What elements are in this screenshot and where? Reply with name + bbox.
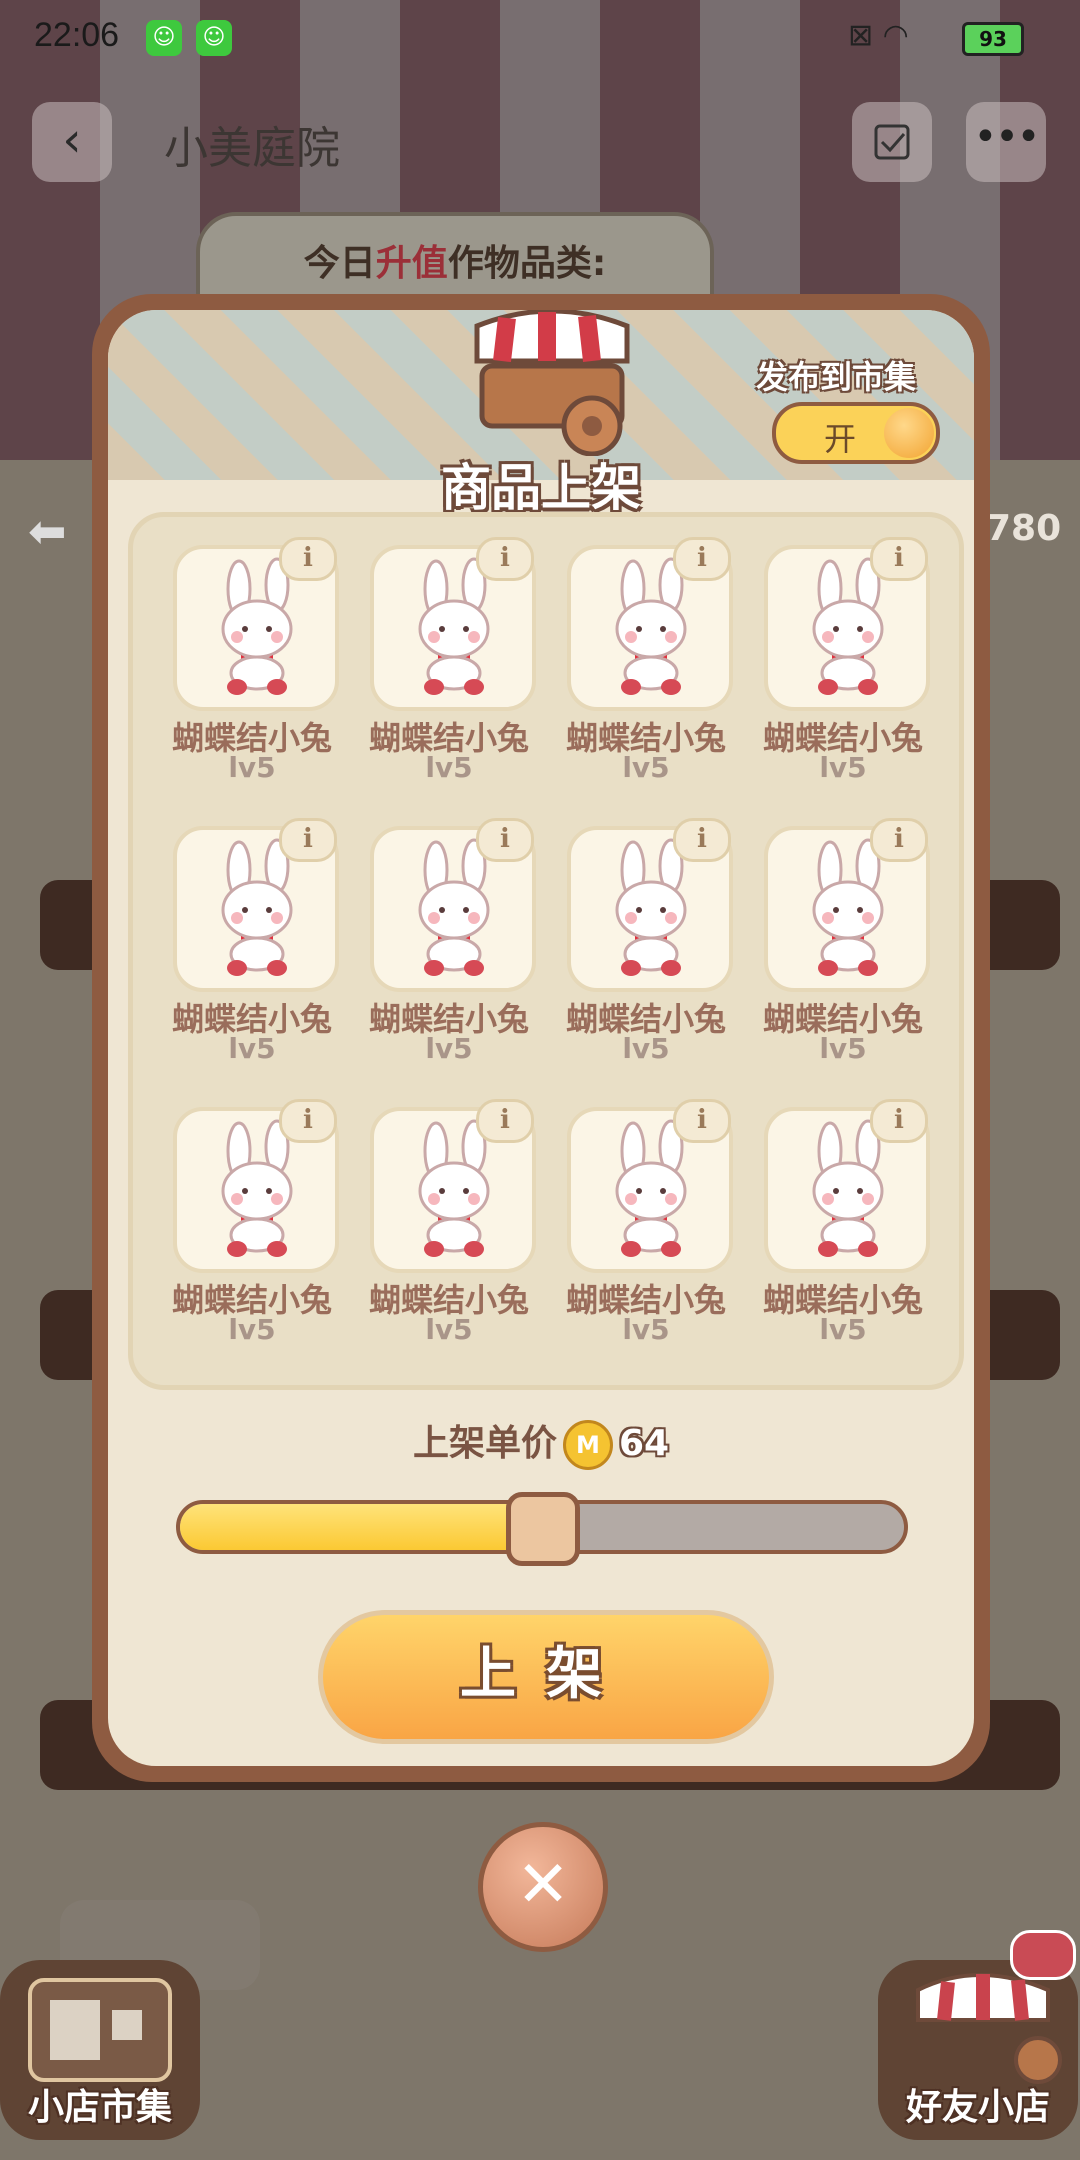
info-icon: i — [303, 1105, 313, 1135]
info-button[interactable]: i — [279, 537, 337, 581]
price-label: 上架单价 — [412, 1423, 557, 1464]
market-cart-icon — [474, 310, 630, 456]
info-button[interactable]: i — [673, 1099, 731, 1143]
item-cell[interactable]: i 蝴蝶结小兔 lv5 — [563, 1099, 735, 1379]
item-cell[interactable]: i 蝴蝶结小兔 lv5 — [169, 818, 341, 1098]
item-level: lv5 — [425, 751, 473, 784]
info-icon: i — [697, 1105, 707, 1135]
status-bar: 22:06 ☺ ☺ ⊠ ◠ 93 — [0, 0, 1080, 76]
info-icon: i — [894, 543, 904, 573]
item-level: lv5 — [819, 1313, 867, 1346]
item-cell[interactable]: i 蝴蝶结小兔 lv5 — [169, 1099, 341, 1379]
item-level: lv5 — [228, 1313, 276, 1346]
shop-stall-icon — [28, 1978, 172, 2082]
info-icon: i — [697, 543, 707, 573]
item-level: lv5 — [819, 1032, 867, 1065]
info-button[interactable]: i — [279, 1099, 337, 1143]
share-icon — [874, 124, 910, 160]
info-button[interactable]: i — [673, 818, 731, 862]
item-level: lv5 — [425, 1313, 473, 1346]
share-button[interactable] — [852, 102, 932, 182]
info-button[interactable]: i — [870, 537, 928, 581]
item-cell[interactable]: i 蝴蝶结小兔 lv5 — [760, 537, 932, 817]
item-level: lv5 — [819, 751, 867, 784]
info-button[interactable]: i — [279, 818, 337, 862]
toggle-knob — [884, 408, 934, 458]
slider-handle[interactable] — [506, 1492, 580, 1566]
price-row: 上架单价 M 64 — [108, 1414, 974, 1470]
chevron-left-icon: ‹ — [62, 112, 82, 168]
close-button[interactable]: ✕ — [478, 1822, 608, 1952]
info-icon: i — [500, 824, 510, 854]
info-icon: i — [500, 543, 510, 573]
item-level: lv5 — [425, 1032, 473, 1065]
list-item-dialog: 商品上架 发布到市集 开 i 蝴蝶结小兔 lv5 i 蝴蝶结小兔 lv5 i 蝴蝶结小兔 lv5… — [92, 294, 990, 1782]
back-button[interactable]: ‹ — [32, 102, 112, 182]
info-button[interactable]: i — [476, 537, 534, 581]
item-cell[interactable]: i 蝴蝶结小兔 lv5 — [563, 537, 735, 817]
item-cell[interactable]: i 蝴蝶结小兔 lv5 — [366, 1099, 538, 1379]
app-notification-icon: ☺ — [146, 20, 182, 56]
friend-shop-label: 好友小店 — [905, 2087, 1050, 2128]
close-icon: ✕ — [516, 1848, 570, 1922]
toggle-text: 开 — [824, 420, 857, 458]
more-icon: ••• — [973, 114, 1041, 160]
info-button[interactable]: i — [870, 818, 928, 862]
clock: 22:06 — [34, 16, 120, 54]
info-icon: i — [697, 824, 707, 854]
list-item-button[interactable]: 上架 — [318, 1610, 774, 1744]
coin-icon: M — [562, 1420, 613, 1470]
dialog-body: 商品上架 发布到市集 开 i 蝴蝶结小兔 lv5 i 蝴蝶结小兔 lv5 i 蝴蝶结小兔 lv5… — [108, 310, 974, 1766]
slider-fill — [180, 1504, 542, 1550]
info-button[interactable]: i — [870, 1099, 928, 1143]
battery-icon: 93 — [962, 22, 1024, 56]
shop-market-button[interactable]: 小店市集 — [0, 1960, 200, 2140]
left-arrow-icon: ⬅ — [28, 504, 67, 558]
shop-market-label: 小店市集 — [27, 2087, 172, 2128]
publish-label: 发布到市集 — [756, 358, 917, 396]
more-button[interactable]: ••• — [966, 102, 1046, 182]
info-button[interactable]: i — [476, 818, 534, 862]
today-crop-text: 今日升值作物品类: — [303, 243, 607, 284]
info-icon: i — [894, 1105, 904, 1135]
gift-icon — [1010, 1930, 1076, 1980]
item-cell[interactable]: i 蝴蝶结小兔 lv5 — [366, 818, 538, 1098]
item-cell[interactable]: i 蝴蝶结小兔 lv5 — [563, 818, 735, 1098]
item-level: lv5 — [228, 1032, 276, 1065]
item-level: lv5 — [622, 751, 670, 784]
friend-shop-button[interactable]: 好友小店 — [878, 1960, 1078, 2140]
background-count: 780 — [986, 508, 1062, 549]
item-level: lv5 — [622, 1313, 670, 1346]
info-button[interactable]: i — [476, 1099, 534, 1143]
page-title: 小美庭院 — [164, 123, 340, 174]
item-cell[interactable]: i 蝴蝶结小兔 lv5 — [169, 537, 341, 817]
item-level: lv5 — [228, 751, 276, 784]
info-icon: i — [303, 824, 313, 854]
price-value: 64 — [618, 1423, 670, 1464]
info-button[interactable]: i — [673, 537, 731, 581]
item-cell[interactable]: i 蝴蝶结小兔 lv5 — [366, 537, 538, 817]
publish-toggle[interactable]: 开 — [772, 402, 940, 464]
item-level: lv5 — [622, 1032, 670, 1065]
item-cell[interactable]: i 蝴蝶结小兔 lv5 — [760, 818, 932, 1098]
info-icon: i — [500, 1105, 510, 1135]
info-icon: i — [303, 543, 313, 573]
signal-wifi-icon: ⊠ ◠ — [848, 18, 909, 53]
item-grid-panel: i 蝴蝶结小兔 lv5 i 蝴蝶结小兔 lv5 i 蝴蝶结小兔 lv5 i 蝴蝶结小兔 lv5 i 蝴蝶结… — [128, 512, 964, 1390]
app-notification-icon: ☺ — [196, 20, 232, 56]
item-cell[interactable]: i 蝴蝶结小兔 lv5 — [760, 1099, 932, 1379]
info-icon: i — [894, 824, 904, 854]
